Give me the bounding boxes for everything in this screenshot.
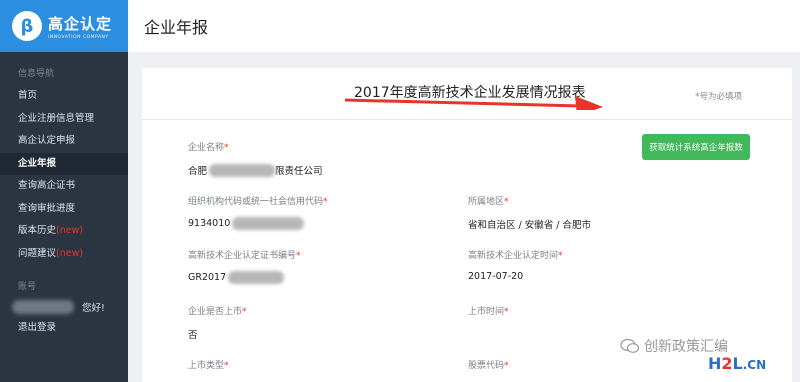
logo-icon: β bbox=[12, 11, 42, 41]
redacted-username bbox=[12, 300, 74, 314]
sidebar-item-label: 首页 bbox=[18, 90, 38, 101]
fetch-stats-button[interactable]: 获取统计系统高企年报数 bbox=[642, 134, 750, 160]
report-header: 2017年度高新技术企业发展情况报表 *号为必填项 bbox=[142, 68, 792, 120]
company-name-label: 企业名称 bbox=[188, 143, 225, 153]
logo[interactable]: β 高企认定 INNOVATION COMPANY bbox=[0, 0, 128, 52]
logo-title: 高企认定 bbox=[48, 14, 113, 33]
credit-code-field: 组织机构代码或统一社会信用代码* 9134010 bbox=[188, 197, 328, 230]
sidebar-item-registration[interactable]: 企业注册信息管理 bbox=[0, 108, 128, 131]
account-row: 您好! bbox=[0, 296, 128, 318]
nav-section-label: 信息导航 bbox=[18, 69, 55, 79]
listed-type-label: 上市类型 bbox=[188, 361, 225, 371]
logout-link[interactable]: 退出登录 bbox=[0, 318, 128, 338]
new-badge: (new) bbox=[56, 225, 84, 236]
listed-value[interactable]: 否 bbox=[188, 327, 247, 341]
site-watermark: H2L.CN bbox=[708, 354, 767, 373]
red-arrow-icon bbox=[345, 96, 603, 110]
sidebar-item-history[interactable]: 版本历史(new) bbox=[0, 220, 128, 243]
sidebar-item-label: 企业年报 bbox=[18, 157, 57, 169]
company-name-prefix: 合肥 bbox=[188, 166, 208, 177]
company-name-suffix: 限责任公司 bbox=[275, 166, 323, 177]
account-section-label: 账号 bbox=[18, 282, 37, 292]
cert-no-prefix: GR2017 bbox=[188, 272, 227, 283]
logo-subtitle: INNOVATION COMPANY bbox=[48, 34, 109, 40]
watermark-text: 创新政策汇编 bbox=[644, 339, 728, 355]
company-name-field: 企业名称* 合肥 限责任公司 bbox=[188, 143, 323, 177]
page-title: 企业年报 bbox=[144, 18, 209, 37]
cert-no-label: 高新技术企业认定证书编号 bbox=[188, 251, 297, 261]
region-value[interactable]: 省和自治区 / 安徽省 / 合肥市 bbox=[468, 217, 591, 231]
region-field: 所属地区* 省和自治区 / 安徽省 / 合肥市 bbox=[468, 197, 591, 231]
credit-code-prefix: 9134010 bbox=[188, 218, 231, 229]
new-badge: (new) bbox=[56, 247, 84, 259]
wechat-icon bbox=[620, 338, 640, 353]
redacted-credit-code bbox=[232, 217, 305, 230]
redacted-cert-no bbox=[228, 271, 285, 284]
region-label: 所属地区 bbox=[468, 197, 505, 207]
cert-date-value[interactable]: 2017-07-20 bbox=[468, 271, 563, 282]
sidebar-item-label: 查询审批进度 bbox=[18, 202, 76, 214]
sidebar-item-label: 版本历史 bbox=[18, 225, 57, 236]
stock-code-field: 股票代码* bbox=[468, 361, 509, 371]
redacted-company bbox=[209, 163, 276, 177]
required-note: *号为必填项 bbox=[695, 92, 742, 102]
cert-date-field: 高新技术企业认定时间* 2017-07-20 bbox=[468, 251, 563, 282]
cert-date-label: 高新技术企业认定时间 bbox=[468, 251, 559, 261]
listed-label: 企业是否上市 bbox=[188, 307, 243, 317]
listed-type-field: 上市类型* bbox=[188, 361, 229, 371]
sidebar-item-label: 查询高企证书 bbox=[18, 180, 76, 191]
credit-code-label: 组织机构代码或统一社会信用代码 bbox=[188, 197, 324, 207]
sidebar: β 高企认定 INNOVATION COMPANY 信息导航 首页 企业注册信息… bbox=[0, 0, 128, 382]
listed-time-label: 上市时间 bbox=[468, 307, 505, 317]
top-bar: 企业年报 bbox=[128, 0, 800, 52]
sidebar-item-progress[interactable]: 查询审批进度 bbox=[0, 198, 128, 221]
sidebar-item-home[interactable]: 首页 bbox=[0, 85, 128, 108]
sidebar-item-label: 问题建议 bbox=[18, 247, 57, 259]
sidebar-item-label: 企业注册信息管理 bbox=[18, 112, 95, 124]
sidebar-item-annual-report[interactable]: 企业年报 bbox=[0, 152, 128, 175]
listed-time-field: 上市时间* bbox=[468, 307, 509, 317]
stock-code-label: 股票代码 bbox=[468, 361, 505, 371]
greeting: 您好! bbox=[82, 303, 105, 314]
sidebar-item-feedback[interactable]: 问题建议(new) bbox=[0, 243, 128, 266]
report-card: 2017年度高新技术企业发展情况报表 *号为必填项 企业名称* 合肥 限责任公司… bbox=[142, 68, 792, 382]
wechat-watermark: 创新政策汇编 bbox=[620, 336, 728, 356]
sidebar-item-application[interactable]: 高企认定申报 bbox=[0, 130, 128, 153]
sidebar-item-certificate[interactable]: 查询高企证书 bbox=[0, 175, 128, 198]
sidebar-item-label: 高企认定申报 bbox=[18, 135, 76, 146]
cert-no-field: 高新技术企业认定证书编号* GR2017 bbox=[188, 251, 301, 284]
listed-field: 企业是否上市* 否 bbox=[188, 307, 247, 341]
